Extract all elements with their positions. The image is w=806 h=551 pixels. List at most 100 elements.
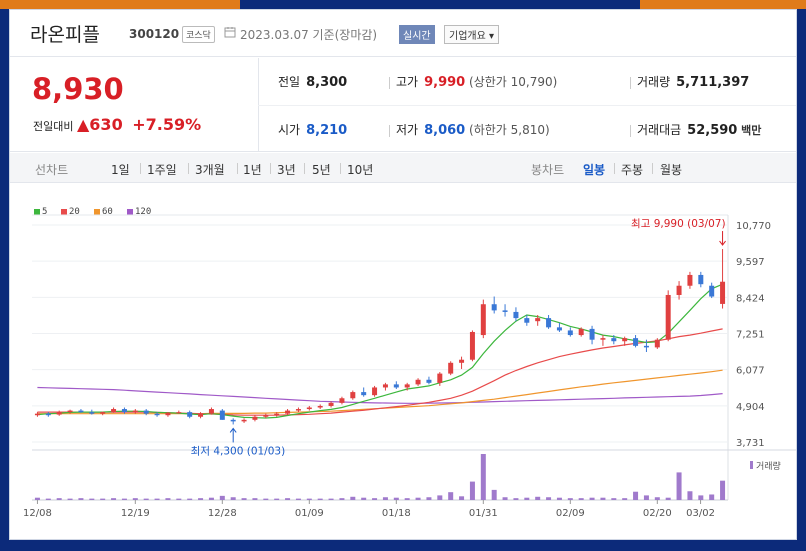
x-tick-label: 12/19: [121, 508, 150, 519]
candle-body: [437, 373, 443, 383]
y-tick-label: 10,770: [736, 221, 771, 232]
candle-body: [100, 412, 106, 414]
volume-bar: [382, 497, 388, 500]
volume-bar: [339, 498, 345, 500]
candle-body: [698, 274, 704, 285]
volume-bar: [230, 497, 236, 500]
volume-bar: [535, 496, 541, 500]
volume-bar: [317, 498, 323, 500]
volume-bar: [720, 480, 726, 500]
volume-bar: [404, 498, 410, 500]
candle-body: [339, 398, 345, 403]
ma120-line: [37, 386, 723, 404]
x-tick-label: 01/09: [295, 508, 324, 519]
volume-bar: [198, 498, 204, 500]
candle-body: [382, 384, 388, 388]
candle-body: [513, 311, 519, 319]
y-tick-label: 8,424: [736, 293, 765, 304]
candle-body: [448, 362, 454, 374]
candle-body: [524, 318, 530, 323]
volume-bar: [415, 497, 421, 500]
candle-body: [132, 410, 138, 413]
volume-bar: [524, 497, 530, 500]
candle-body: [426, 379, 432, 383]
y-tick-label: 6,077: [736, 366, 765, 377]
candle-body: [361, 392, 367, 396]
volume-bar: [654, 497, 660, 500]
candle-body: [372, 387, 378, 396]
volume-bar: [154, 498, 160, 500]
volume-legend-swatch: [750, 461, 753, 469]
volume-bar: [350, 496, 356, 500]
volume-bar: [698, 495, 704, 500]
candle-body: [393, 384, 399, 388]
volume-bar: [665, 497, 671, 500]
x-tick-label: 02/20: [643, 508, 672, 519]
candle-body: [198, 413, 204, 417]
volume-bar: [111, 498, 117, 500]
volume-bar: [643, 495, 649, 500]
volume-bar: [89, 498, 95, 500]
candle-body: [720, 281, 726, 304]
volume-bar: [306, 498, 312, 500]
candle-body: [111, 409, 117, 413]
volume-bar: [437, 495, 443, 500]
volume-bar: [208, 497, 214, 500]
candle-body: [350, 392, 356, 399]
candle-body: [687, 274, 693, 286]
candle-body: [45, 413, 51, 416]
y-tick-label: 9,597: [736, 257, 765, 268]
volume-bar: [143, 498, 149, 500]
x-tick-label: 12/08: [23, 508, 52, 519]
volume-bar: [393, 497, 399, 500]
candle-body: [274, 413, 280, 416]
volume-bar: [252, 498, 258, 500]
candle-body: [622, 338, 628, 342]
volume-bar: [687, 491, 693, 500]
y-tick-label: 7,251: [736, 329, 765, 340]
candle-body: [306, 407, 312, 410]
candle-body: [535, 318, 541, 322]
volume-bar: [34, 497, 40, 500]
volume-label: 거래량: [756, 460, 781, 472]
y-tick-label: 4,904: [736, 402, 765, 413]
volume-bar: [241, 498, 247, 500]
low-annotation: 최저 4,300 (01/03): [191, 445, 286, 457]
volume-bar: [295, 498, 301, 500]
volume-bar: [556, 497, 562, 500]
candle-body: [676, 285, 682, 295]
volume-bar: [622, 498, 628, 500]
candle-body: [633, 338, 639, 346]
volume-bar: [361, 497, 367, 500]
volume-bar: [274, 498, 280, 500]
candle-body: [34, 413, 40, 416]
candle-body: [415, 379, 421, 385]
volume-bar: [448, 492, 454, 500]
accent-strip-right: [640, 0, 806, 9]
candle-body: [263, 415, 269, 417]
volume-bar: [165, 498, 171, 500]
accent-strip-left: [0, 0, 240, 9]
volume-bar: [328, 498, 334, 500]
volume-bar: [45, 498, 51, 500]
ma20-line: [37, 328, 723, 416]
volume-bar: [676, 472, 682, 500]
candle-body: [143, 410, 149, 414]
candle-body: [459, 359, 465, 363]
volume-bar: [121, 498, 127, 500]
volume-bar: [78, 498, 84, 500]
volume-bar: [546, 497, 552, 500]
volume-bar: [491, 489, 497, 500]
candle-body: [317, 405, 323, 408]
candle-body: [295, 409, 301, 411]
candle-body: [589, 328, 595, 340]
volume-bar: [459, 496, 465, 500]
x-tick-label: 03/02: [686, 508, 715, 519]
volume-bar: [372, 498, 378, 500]
candle-body: [176, 412, 182, 414]
candle-body: [469, 331, 475, 360]
candle-body: [643, 345, 649, 348]
volume-bar: [469, 481, 475, 500]
candle-body: [328, 402, 334, 406]
volume-bar: [578, 498, 584, 500]
